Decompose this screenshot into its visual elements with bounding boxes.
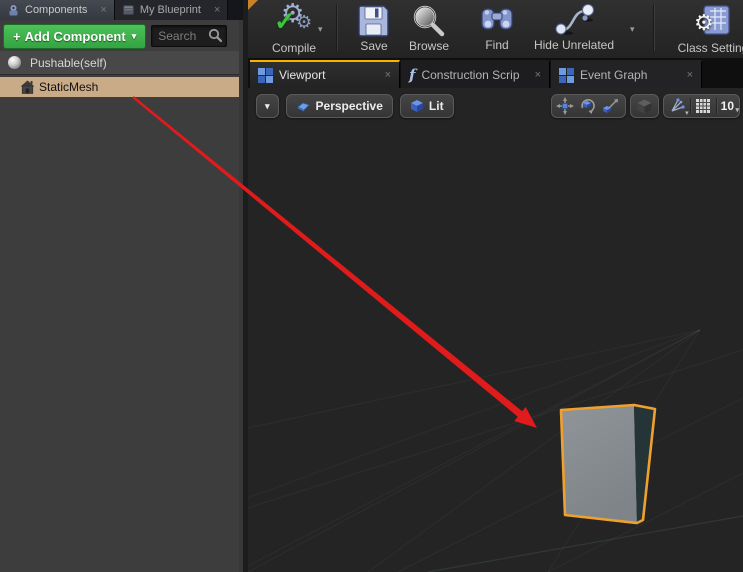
browse-label: Browse [408,39,449,53]
viewport-right-controls: ▾ 10 ▾ [550,94,740,118]
rotation-snap-button[interactable]: ▾ [666,96,689,117]
transform-tool-group [550,94,626,118]
main-toolbar: ⚙ ⚙ ✓ Compile ▾ Save Browse Find Hide Un… [248,0,743,59]
class-settings-icon: ⚙ [694,4,734,40]
pill-separator [689,98,691,114]
grid-snap-button[interactable] [692,96,715,116]
lit-cube-icon [410,100,423,112]
coordinate-space-button[interactable] [629,94,659,118]
close-icon[interactable]: × [100,4,106,16]
save-button[interactable]: Save [348,4,400,53]
tab-components[interactable]: Components × [0,0,115,20]
viewport-options-button[interactable]: ▾ [256,94,279,118]
grid-size-value: 10 [720,99,734,113]
browse-icon [413,5,445,37]
tab-label: Event Graph [580,68,648,82]
add-component-button[interactable]: + Add Component ▾ [3,23,147,49]
class-settings-button[interactable]: ⚙ Class Settings [676,4,743,55]
viewport-tab-icon [258,67,273,83]
tree-row-pushable[interactable]: Pushable(self) [0,51,240,75]
close-icon[interactable]: × [214,4,220,16]
tab-event-graph[interactable]: Event Graph × [551,60,702,88]
hide-unrelated-label: Hide Unrelated [533,38,615,52]
rotation-snap-icon [671,98,685,112]
blueprint-book-icon [122,4,135,16]
tab-construction-script[interactable]: f Construction Scrip × [401,60,550,88]
tab-label: Components [25,4,88,16]
viewport-left-controls: ▾ Perspective Lit [256,94,454,118]
find-icon [481,8,513,30]
tab-label: My Blueprint [139,4,201,16]
grid-size-button[interactable]: 10 ▾ [718,99,739,114]
plus-icon: + [13,28,21,44]
search-icon [209,28,223,43]
move-icon [556,97,575,115]
gear-icon: ⚙ [296,12,313,32]
tree-row-label: StaticMesh [39,80,99,94]
event-graph-tab-icon [559,67,574,83]
perspective-label: Perspective [315,99,383,113]
cube-front-face [561,405,637,523]
save-label: Save [360,39,388,53]
save-icon [358,5,389,37]
panel-tab-strip: Components × My Blueprint × [0,0,243,20]
world-space-cube-icon [637,99,652,113]
caret-down-icon: ▾ [735,107,739,114]
tab-label: Viewport [279,68,326,82]
tab-my-blueprint[interactable]: My Blueprint × [114,0,229,20]
tab-label: Construction Scrip [421,68,520,82]
toolbar-separator [336,5,337,51]
sphere-icon [8,56,21,69]
tree-row-static-mesh[interactable]: StaticMesh [0,77,240,97]
scale-icon [603,99,619,113]
rotate-icon [581,99,595,114]
caret-down-icon: ▾ [685,110,689,117]
blueprint-editor-window: Components × My Blueprint × + Add Compone… [0,0,743,572]
move-tool-button[interactable] [554,96,577,116]
gear-icon: ⚙ [694,10,714,35]
components-icon [9,4,18,15]
rotate-tool-button[interactable] [577,96,600,116]
tree-row-label: Pushable(self) [30,55,107,70]
toolbar-separator [653,5,654,51]
snap-settings-group: ▾ 10 ▾ [662,94,740,118]
grid-icon [696,99,711,113]
perspective-button[interactable]: Perspective [285,94,393,118]
components-panel: Components × My Blueprint × + Add Compone… [0,0,243,572]
add-component-row: + Add Component ▾ [0,22,243,50]
search-input[interactable] [156,27,211,45]
hide-unrelated-icon [555,4,594,35]
caret-down-icon: ▾ [131,30,137,41]
check-icon: ✓ [274,6,296,36]
find-label: Find [485,38,509,52]
class-settings-label: Class Settings [677,41,743,55]
pill-separator [715,98,717,114]
compile-dropdown-caret[interactable]: ▾ [318,24,323,35]
lit-mode-button[interactable]: Lit [399,94,454,118]
lit-label: Lit [428,99,444,113]
function-icon: f [409,66,416,84]
add-component-label: Add Component [24,28,126,44]
hide-unrelated-dropdown-caret[interactable]: ▾ [630,24,635,35]
hide-unrelated-button[interactable]: Hide Unrelated [526,4,622,52]
scale-tool-button[interactable] [600,96,623,116]
close-icon[interactable]: × [687,69,693,81]
compile-icon: ⚙ ⚙ ✓ [274,0,313,40]
close-icon[interactable]: × [535,69,541,81]
tab-viewport[interactable]: Viewport × [250,60,400,88]
perspective-icon [296,102,310,111]
document-tab-bar: Viewport × f Construction Scrip × Event … [248,58,743,88]
caret-down-icon: ▾ [265,100,270,111]
find-button[interactable]: Find [474,4,520,52]
static-mesh-cube[interactable] [248,88,743,572]
browse-button[interactable]: Browse [400,4,458,53]
compile-label: Compile [271,41,316,55]
close-icon[interactable]: × [385,69,391,81]
viewport-3d[interactable]: ▾ Perspective Lit ▾ 10 ▾ [248,88,743,572]
static-mesh-icon [20,80,35,94]
component-search [151,25,228,47]
